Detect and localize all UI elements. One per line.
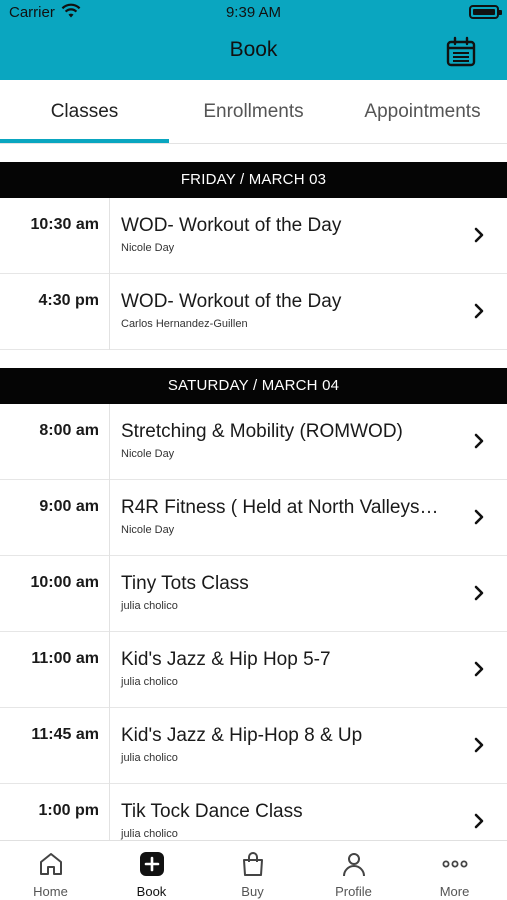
class-time: 11:45 am	[31, 726, 99, 743]
active-tab-indicator	[0, 139, 169, 143]
class-instructor: Nicole Day	[121, 242, 175, 254]
class-title: WOD- Workout of the Day	[121, 291, 342, 312]
row-divider	[109, 274, 110, 350]
class-instructor: julia cholico	[121, 752, 178, 764]
row-divider	[109, 708, 110, 784]
class-row[interactable]: 11:45 am Kid's Jazz & Hip-Hop 8 & Up jul…	[0, 708, 507, 784]
chevron-right-icon	[474, 661, 484, 677]
class-title: Tiny Tots Class	[121, 573, 249, 594]
tab-enrollments[interactable]: Enrollments	[169, 80, 338, 144]
class-instructor: julia cholico	[121, 676, 178, 688]
class-row[interactable]: 4:30 pm WOD- Workout of the Day Carlos H…	[0, 274, 507, 350]
chevron-right-icon	[474, 509, 484, 525]
chevron-right-icon	[474, 227, 484, 243]
class-instructor: Nicole Day	[121, 448, 175, 460]
row-divider	[109, 784, 110, 840]
day-header: FRIDAY / MARCH 03	[0, 162, 507, 198]
shopping-bag-icon	[243, 852, 263, 876]
class-time: 1:00 pm	[38, 802, 99, 819]
tabbar-book[interactable]: Book	[101, 841, 202, 900]
row-divider	[109, 198, 110, 274]
class-title: Kid's Jazz & Hip Hop 5-7	[121, 649, 331, 670]
person-icon	[343, 853, 365, 877]
class-row[interactable]: 10:30 am WOD- Workout of the Day Nicole …	[0, 198, 507, 274]
class-title: Kid's Jazz & Hip-Hop 8 & Up	[121, 725, 363, 746]
more-dots-icon	[442, 860, 468, 868]
class-time: 8:00 am	[39, 422, 99, 439]
tabbar-buy[interactable]: Buy	[202, 841, 303, 900]
class-row[interactable]: 1:00 pm Tik Tock Dance Class julia choli…	[0, 784, 507, 840]
class-time: 11:00 am	[31, 650, 99, 667]
tabbar-label: Profile	[335, 884, 372, 899]
row-divider	[109, 632, 110, 708]
class-list[interactable]: FRIDAY / MARCH 03 10:30 am WOD- Workout …	[0, 144, 507, 840]
chevron-right-icon	[474, 813, 484, 829]
chevron-right-icon	[474, 433, 484, 449]
class-time: 9:00 am	[39, 498, 99, 515]
tab-appointments[interactable]: Appointments	[338, 80, 507, 144]
class-row[interactable]: 11:00 am Kid's Jazz & Hip Hop 5-7 julia …	[0, 632, 507, 708]
battery-icon	[469, 5, 502, 19]
tabbar-label: Book	[136, 884, 167, 899]
tabbar-label: Buy	[241, 884, 264, 899]
class-instructor: julia cholico	[121, 828, 178, 840]
tabbar-more[interactable]: More	[404, 841, 505, 900]
class-title: WOD- Workout of the Day	[121, 215, 342, 236]
class-instructor: Nicole Day	[121, 524, 175, 536]
class-time: 4:30 pm	[38, 292, 99, 309]
chevron-right-icon	[474, 737, 484, 753]
page-title: Book	[229, 38, 278, 61]
plus-square-icon	[140, 852, 164, 876]
class-time: 10:00 am	[30, 574, 100, 591]
class-instructor: Carlos Hernandez-Guillen	[121, 318, 248, 330]
day-header: SATURDAY / MARCH 04	[0, 368, 507, 404]
status-time: 9:39 AM	[225, 4, 282, 21]
chevron-right-icon	[474, 303, 484, 319]
class-title: Stretching & Mobility (ROMWOD)	[121, 421, 403, 442]
bottom-tab-bar: Home Book Buy Profile More	[0, 840, 507, 900]
tabbar-home[interactable]: Home	[0, 841, 101, 900]
row-divider	[109, 480, 110, 556]
class-title: Tik Tock Dance Class	[121, 801, 303, 822]
header-bar: Carrier 9:39 AM Book	[0, 0, 507, 80]
calendar-icon[interactable]	[445, 36, 477, 68]
chevron-right-icon	[474, 585, 484, 601]
home-icon	[40, 853, 62, 875]
class-instructor: julia cholico	[121, 600, 178, 612]
class-title: R4R Fitness ( Held at North Valleys…	[121, 497, 439, 518]
status-bar: Carrier 9:39 AM	[0, 0, 507, 24]
class-row[interactable]: 10:00 am Tiny Tots Class julia cholico	[0, 556, 507, 632]
class-time: 10:30 am	[30, 216, 100, 233]
tabbar-profile[interactable]: Profile	[303, 841, 404, 900]
row-divider	[109, 404, 110, 480]
row-divider	[109, 556, 110, 632]
class-row[interactable]: 9:00 am R4R Fitness ( Held at North Vall…	[0, 480, 507, 556]
tab-classes[interactable]: Classes	[0, 80, 169, 144]
tabbar-label: More	[439, 884, 470, 899]
tabbar-label: Home	[33, 884, 68, 899]
segment-tabs: Classes Enrollments Appointments	[0, 80, 507, 144]
class-row[interactable]: 8:00 am Stretching & Mobility (ROMWOD) N…	[0, 404, 507, 480]
